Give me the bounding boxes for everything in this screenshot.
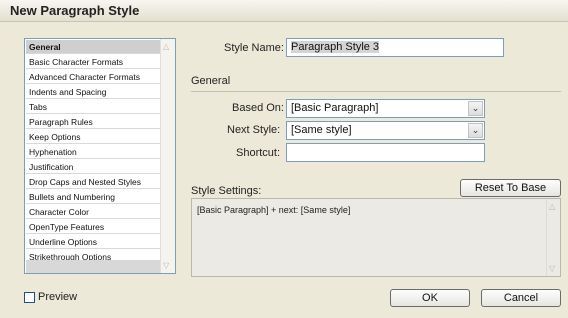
style-name-input[interactable]: Paragraph Style 3	[286, 38, 504, 57]
list-empty-area	[26, 260, 162, 273]
sidebar-item-character-color[interactable]: Character Color	[26, 205, 162, 219]
sidebar-item-advanced-character-formats[interactable]: Advanced Character Formats	[26, 70, 162, 84]
cancel-button[interactable]: Cancel	[481, 289, 561, 307]
ok-button[interactable]: OK	[390, 289, 470, 307]
general-section-heading: General	[191, 75, 231, 87]
scroll-down-arrow-icon[interactable]: ▽	[163, 261, 169, 270]
scroll-up-arrow-icon[interactable]: △	[163, 42, 169, 51]
settings-scrollbar[interactable]: △ ▽	[546, 199, 560, 276]
based-on-dropdown[interactable]: [Basic Paragraph] ⌄	[286, 99, 485, 118]
style-settings-text: [Basic Paragraph] + next: [Same style]	[197, 205, 351, 215]
sidebar-item-general[interactable]: General	[26, 40, 162, 54]
chevron-down-icon[interactable]: ⌄	[468, 101, 483, 116]
reset-to-base-button[interactable]: Reset To Base	[460, 179, 561, 197]
shortcut-input[interactable]	[286, 143, 485, 162]
based-on-value: [Basic Paragraph]	[291, 102, 379, 114]
scroll-down-arrow-icon[interactable]: ▽	[549, 264, 555, 273]
next-style-dropdown[interactable]: [Same style] ⌄	[286, 121, 485, 140]
style-name-label: Style Name:	[224, 42, 284, 54]
dialog-titlebar: New Paragraph Style	[0, 0, 568, 22]
sidebar-item-hyphenation[interactable]: Hyphenation	[26, 145, 162, 159]
sidebar-item-keep-options[interactable]: Keep Options	[26, 130, 162, 144]
sidebar-item-drop-caps[interactable]: Drop Caps and Nested Styles	[26, 175, 162, 189]
shortcut-label: Shortcut:	[236, 147, 281, 159]
list-scrollbar[interactable]: △ ▽	[160, 39, 175, 273]
style-name-label-text: Style Name:	[224, 42, 284, 54]
chevron-down-icon[interactable]: ⌄	[468, 123, 483, 138]
next-style-label: Next Style:	[227, 124, 281, 136]
sidebar-item-bullets-and-numbering[interactable]: Bullets and Numbering	[26, 190, 162, 204]
sidebar-item-indents-and-spacing[interactable]: Indents and Spacing	[26, 85, 162, 99]
sidebar-item-underline-options[interactable]: Underline Options	[26, 235, 162, 249]
style-name-value: Paragraph Style 3	[291, 41, 380, 53]
sidebar-item-opentype-features[interactable]: OpenType Features	[26, 220, 162, 234]
sidebar-item-tabs[interactable]: Tabs	[26, 100, 162, 114]
section-divider	[191, 91, 561, 92]
preview-checkbox[interactable]	[24, 292, 35, 303]
style-settings-box: [Basic Paragraph] + next: [Same style] △…	[191, 198, 561, 277]
sidebar-item-paragraph-rules[interactable]: Paragraph Rules	[26, 115, 162, 129]
scroll-up-arrow-icon[interactable]: △	[549, 202, 555, 211]
style-settings-label: Style Settings:	[191, 185, 262, 197]
category-list[interactable]: General Basic Character Formats Advanced…	[24, 38, 176, 274]
sidebar-item-justification[interactable]: Justification	[26, 160, 162, 174]
based-on-label: Based On:	[232, 102, 284, 114]
dialog-title: New Paragraph Style	[10, 3, 140, 18]
next-style-value: [Same style]	[291, 124, 352, 136]
preview-label[interactable]: Preview	[38, 291, 77, 303]
sidebar-item-basic-character-formats[interactable]: Basic Character Formats	[26, 55, 162, 69]
